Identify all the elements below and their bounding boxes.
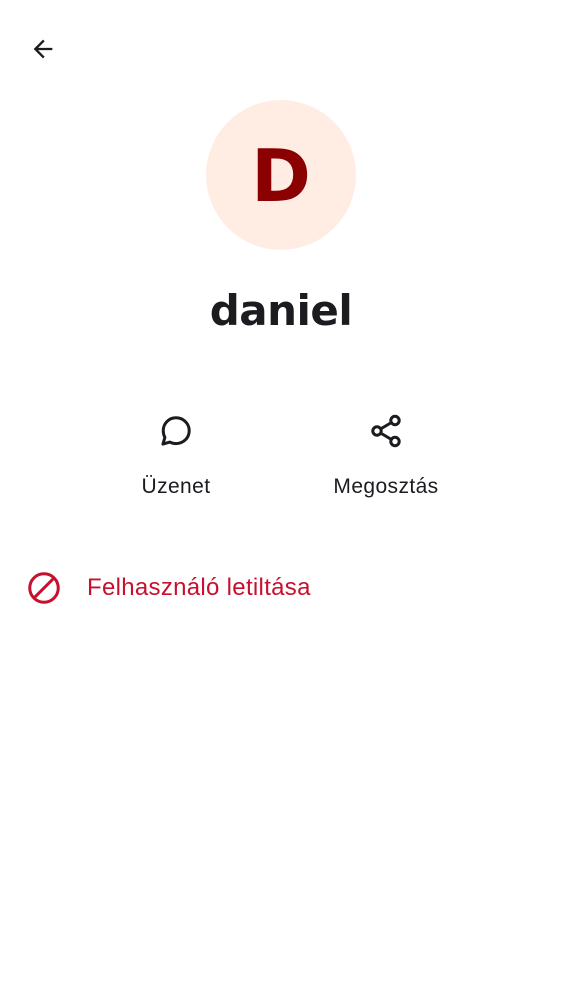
user-name: daniel bbox=[209, 286, 353, 335]
arrow-left-icon bbox=[29, 35, 57, 68]
share-icon bbox=[366, 411, 406, 451]
share-label: Megosztás bbox=[333, 475, 439, 498]
message-button[interactable]: Üzenet bbox=[96, 405, 256, 515]
block-icon bbox=[26, 570, 62, 606]
block-user-label: Felhasználó letiltása bbox=[87, 574, 311, 601]
chat-bubble-icon bbox=[156, 411, 196, 451]
back-button[interactable] bbox=[20, 28, 66, 74]
share-button[interactable]: Megosztás bbox=[306, 405, 466, 515]
avatar-letter: D bbox=[251, 134, 311, 218]
avatar: D bbox=[206, 100, 356, 250]
message-label: Üzenet bbox=[141, 475, 211, 498]
block-user-button[interactable]: Felhasználó letiltása bbox=[0, 556, 562, 620]
